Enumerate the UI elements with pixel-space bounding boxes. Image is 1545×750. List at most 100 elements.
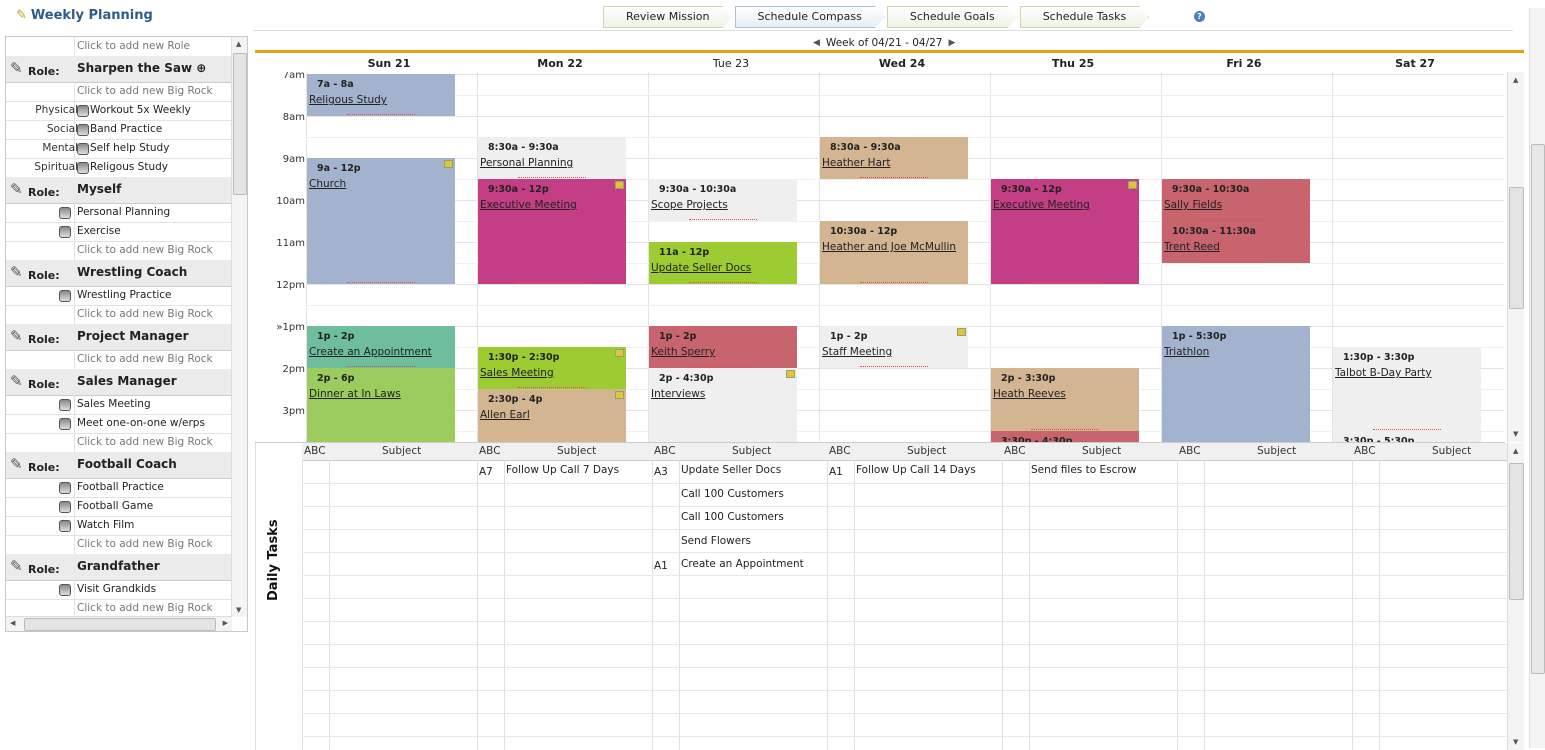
event-subject[interactable]: Heath Reeves <box>993 388 1066 400</box>
scroll-down-icon[interactable]: ▼ <box>236 606 241 614</box>
calendar-event[interactable]: 3:30p - 4:30p <box>991 431 1139 442</box>
scroll-up-icon[interactable]: ▲ <box>236 40 241 48</box>
step-review-mission[interactable]: Review Mission <box>603 6 733 28</box>
calendar-event[interactable]: 9:30a - 12p Executive Meeting <box>991 179 1139 284</box>
big-rock-row[interactable]: Spiritual Religous Study <box>6 158 231 178</box>
event-subject[interactable]: Personal Planning <box>480 157 573 169</box>
role-header[interactable]: ✎ Role: Myself <box>6 177 231 204</box>
add-role-row[interactable]: Click to add new Role <box>6 37 231 57</box>
event-subject[interactable]: Update Seller Docs <box>651 262 751 274</box>
edit-pencil-icon[interactable]: ✎ <box>10 455 23 473</box>
event-subject[interactable]: Heather Hart <box>822 157 890 169</box>
sidebar-vertical-scrollbar[interactable]: ▲ ▼ <box>231 37 247 617</box>
edit-pencil-icon[interactable]: ✎ <box>10 263 23 281</box>
big-rock-row[interactable]: Wrestling Practice <box>6 286 231 306</box>
sidebar-horizontal-scrollbar[interactable]: ◀ ▶ <box>6 616 232 631</box>
scroll-right-icon[interactable]: ▶ <box>223 619 228 627</box>
add-big-rock-row[interactable]: Click to add new Big Rock <box>6 535 231 555</box>
calendar-event[interactable]: 1p - 5:30p Triathlon <box>1162 326 1310 442</box>
calendar-event[interactable]: 2p - 4:30p Interviews <box>649 368 797 442</box>
calendar-event[interactable]: 2p - 6p Dinner at In Laws <box>307 368 455 442</box>
big-rock-row[interactable]: Social Band Practice <box>6 120 231 140</box>
role-header[interactable]: ✎ Role: Sales Manager <box>6 369 231 396</box>
calendar-event[interactable]: 1p - 2p Create an Appointment <box>307 326 455 368</box>
event-subject[interactable]: Allen Earl <box>480 409 530 421</box>
scrollbar-thumb[interactable] <box>233 53 247 195</box>
task-subject[interactable]: Call 100 Customers <box>681 511 784 523</box>
event-subject[interactable]: Trent Reed <box>1164 241 1220 253</box>
role-header[interactable]: ✎ Role: Grandfather <box>6 554 231 581</box>
add-role-link[interactable]: Click to add new Role <box>77 40 190 52</box>
tasks-vertical-scrollbar[interactable]: ▲ ▼ <box>1507 443 1524 750</box>
scroll-down-icon[interactable]: ▼ <box>1513 738 1518 746</box>
calendar-event[interactable]: 1p - 2p Staff Meeting <box>820 326 968 368</box>
big-rock-row[interactable]: Football Practice <box>6 478 231 498</box>
event-subject[interactable]: Sally Fields <box>1164 199 1222 211</box>
event-subject[interactable]: Talbot B-Day Party <box>1335 367 1432 379</box>
calendar-event[interactable]: 9a - 12p Church <box>307 158 455 284</box>
step-schedule-compass[interactable]: Schedule Compass <box>735 6 885 28</box>
scroll-left-icon[interactable]: ◀ <box>10 619 15 627</box>
task-subject[interactable]: Follow Up Call 14 Days <box>856 464 976 476</box>
add-big-rock-link[interactable]: Click to add new Big Rock <box>77 602 213 614</box>
event-subject[interactable]: Staff Meeting <box>822 346 892 358</box>
event-subject[interactable]: Create an Appointment <box>309 346 432 358</box>
calendar-event[interactable]: 11a - 12p Update Seller Docs <box>649 242 797 284</box>
edit-pencil-icon[interactable]: ✎ <box>10 557 23 575</box>
calendar-event[interactable]: 8:30a - 9:30a Heather Hart <box>820 137 968 179</box>
big-rock-row[interactable]: Physical Workout 5x Weekly <box>6 101 231 121</box>
task-subject[interactable]: Send Flowers <box>681 535 751 547</box>
event-subject[interactable]: Religous Study <box>309 94 387 106</box>
event-subject[interactable]: Dinner at In Laws <box>309 388 401 400</box>
add-big-rock-link[interactable]: Click to add new Big Rock <box>77 353 213 365</box>
scrollbar-thumb[interactable] <box>1531 144 1545 674</box>
calendar-event[interactable]: 10:30a - 11:30a Trent Reed <box>1162 221 1310 263</box>
task-subject[interactable]: Create an Appointment <box>681 558 804 570</box>
big-rock-row[interactable]: Mental Self help Study <box>6 139 231 159</box>
event-subject[interactable]: Triathlon <box>1164 346 1209 358</box>
calendar-event[interactable]: 9:30a - 10:30a Sally Fields <box>1162 179 1310 221</box>
page-vertical-scrollbar[interactable] <box>1529 8 1545 748</box>
edit-pencil-icon[interactable]: ✎ <box>10 327 23 345</box>
calendar-event[interactable]: 3:30p - 5:30p <box>1333 431 1481 442</box>
event-subject[interactable]: Interviews <box>651 388 705 400</box>
task-subject[interactable]: Call 100 Customers <box>681 488 784 500</box>
event-subject[interactable]: Scope Projects <box>651 199 728 211</box>
scroll-down-icon[interactable]: ▼ <box>1513 430 1518 438</box>
calendar-vertical-scrollbar[interactable]: ▲ ▼ <box>1507 72 1524 442</box>
task-subject[interactable]: Update Seller Docs <box>681 464 781 476</box>
edit-pencil-icon[interactable]: ✎ <box>10 59 23 77</box>
step-schedule-tasks[interactable]: Schedule Tasks <box>1020 6 1150 28</box>
event-subject[interactable]: Sales Meeting <box>480 367 554 379</box>
event-subject[interactable]: Keith Sperry <box>651 346 715 358</box>
scrollbar-thumb[interactable] <box>1509 187 1524 309</box>
add-big-rock-row[interactable]: Click to add new Big Rock <box>6 433 231 453</box>
prev-week-icon[interactable]: ◀ <box>813 38 820 48</box>
big-rock-row[interactable]: Visit Grandkids <box>6 580 231 600</box>
calendar-event[interactable]: 1p - 2p Keith Sperry <box>649 326 797 368</box>
edit-pencil-icon[interactable]: ✎ <box>10 180 23 198</box>
big-rock-row[interactable]: Sales Meeting <box>6 395 231 415</box>
role-header[interactable]: ✎ Role: Project Manager <box>6 324 231 351</box>
scrollbar-thumb[interactable] <box>24 618 216 631</box>
calendar-event[interactable]: 9:30a - 10:30a Scope Projects <box>649 179 797 221</box>
calendar-event[interactable]: 8:30a - 9:30a Personal Planning <box>478 137 626 179</box>
scroll-up-icon[interactable]: ▲ <box>1513 76 1518 84</box>
add-big-rock-row[interactable]: Click to add new Big Rock <box>6 82 231 102</box>
task-subject[interactable]: Send files to Escrow <box>1031 464 1136 476</box>
big-rock-row[interactable]: Personal Planning <box>6 203 231 223</box>
role-header[interactable]: ✎ Role: Football Coach <box>6 452 231 479</box>
add-big-rock-link[interactable]: Click to add new Big Rock <box>77 85 213 97</box>
big-rock-row[interactable]: Meet one-on-one w/erps <box>6 414 231 434</box>
event-subject[interactable]: Executive Meeting <box>480 199 577 211</box>
big-rock-row[interactable]: Football Game <box>6 497 231 517</box>
event-subject[interactable]: Executive Meeting <box>993 199 1090 211</box>
calendar-event[interactable]: 2p - 3:30p Heath Reeves <box>991 368 1139 431</box>
task-subject[interactable]: Follow Up Call 7 Days <box>506 464 619 476</box>
step-schedule-goals[interactable]: Schedule Goals <box>887 6 1018 28</box>
role-header[interactable]: ✎ Role: Sharpen the Saw ⊕ <box>6 56 231 83</box>
add-big-rock-link[interactable]: Click to add new Big Rock <box>77 308 213 320</box>
calendar-event[interactable]: 10:30a - 12p Heather and Joe McMullin <box>820 221 968 284</box>
calendar-event[interactable]: 2:30p - 4p Allen Earl <box>478 389 626 442</box>
add-big-rock-link[interactable]: Click to add new Big Rock <box>77 538 213 550</box>
